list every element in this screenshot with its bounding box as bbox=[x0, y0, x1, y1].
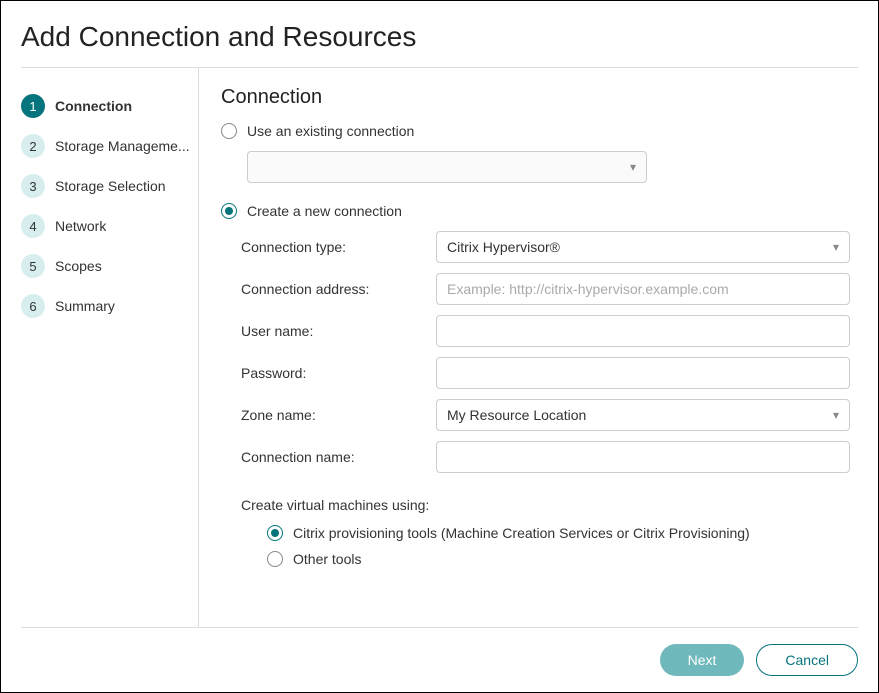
zone-name-value: My Resource Location bbox=[447, 407, 586, 423]
connection-type-label: Connection type: bbox=[241, 239, 436, 255]
vm-other-label: Other tools bbox=[293, 551, 361, 567]
step-connection[interactable]: 1 Connection bbox=[21, 86, 198, 126]
user-name-input-wrap bbox=[436, 315, 850, 347]
row-user-name: User name: bbox=[241, 315, 850, 347]
row-connection-name: Connection name: bbox=[241, 441, 850, 473]
row-connection-type: Connection type: Citrix Hypervisor® ▾ bbox=[241, 231, 850, 263]
step-scopes[interactable]: 5 Scopes bbox=[21, 246, 198, 286]
step-label: Storage Selection bbox=[55, 178, 166, 194]
password-input[interactable] bbox=[447, 358, 839, 388]
connection-type-select[interactable]: Citrix Hypervisor® ▾ bbox=[436, 231, 850, 263]
vm-heading: Create virtual machines using: bbox=[241, 497, 850, 513]
existing-select-wrap: ▾ bbox=[247, 151, 850, 183]
connection-address-input-wrap bbox=[436, 273, 850, 305]
radio-icon bbox=[267, 525, 283, 541]
create-new-label: Create a new connection bbox=[247, 203, 402, 219]
step-number: 5 bbox=[21, 254, 45, 278]
vm-section: Create virtual machines using: Citrix pr… bbox=[241, 497, 850, 567]
user-name-input[interactable] bbox=[447, 316, 839, 346]
connection-type-value: Citrix Hypervisor® bbox=[447, 239, 560, 255]
page-title: Add Connection and Resources bbox=[21, 21, 858, 53]
row-connection-address: Connection address: bbox=[241, 273, 850, 305]
next-button[interactable]: Next bbox=[660, 644, 745, 676]
step-label: Network bbox=[55, 218, 106, 234]
user-name-label: User name: bbox=[241, 323, 436, 339]
step-number: 1 bbox=[21, 94, 45, 118]
chevron-down-icon: ▾ bbox=[630, 160, 636, 174]
step-label: Scopes bbox=[55, 258, 102, 274]
step-number: 6 bbox=[21, 294, 45, 318]
radio-icon bbox=[267, 551, 283, 567]
vm-other-radio[interactable]: Other tools bbox=[267, 551, 850, 567]
zone-name-label: Zone name: bbox=[241, 407, 436, 423]
zone-name-select[interactable]: My Resource Location ▾ bbox=[436, 399, 850, 431]
step-label: Summary bbox=[55, 298, 115, 314]
step-network[interactable]: 4 Network bbox=[21, 206, 198, 246]
chevron-down-icon: ▾ bbox=[833, 240, 839, 254]
row-zone-name: Zone name: My Resource Location ▾ bbox=[241, 399, 850, 431]
step-storage-management[interactable]: 2 Storage Manageme... bbox=[21, 126, 198, 166]
radio-icon bbox=[221, 123, 237, 139]
sidebar: 1 Connection 2 Storage Manageme... 3 Sto… bbox=[21, 68, 199, 627]
section-heading: Connection bbox=[221, 86, 850, 109]
password-label: Password: bbox=[241, 365, 436, 381]
step-storage-selection[interactable]: 3 Storage Selection bbox=[21, 166, 198, 206]
body: 1 Connection 2 Storage Manageme... 3 Sto… bbox=[1, 68, 878, 627]
use-existing-label: Use an existing connection bbox=[247, 123, 414, 139]
connection-name-label: Connection name: bbox=[241, 449, 436, 465]
connection-address-label: Connection address: bbox=[241, 281, 436, 297]
step-number: 3 bbox=[21, 174, 45, 198]
connection-name-input[interactable] bbox=[447, 442, 839, 472]
step-label: Connection bbox=[55, 98, 132, 114]
connection-name-input-wrap bbox=[436, 441, 850, 473]
footer: Next Cancel bbox=[21, 627, 858, 692]
step-number: 4 bbox=[21, 214, 45, 238]
create-new-radio[interactable]: Create a new connection bbox=[221, 203, 850, 219]
connection-form: Connection type: Citrix Hypervisor® ▾ Co… bbox=[241, 231, 850, 473]
vm-tools-radio[interactable]: Citrix provisioning tools (Machine Creat… bbox=[267, 525, 850, 541]
chevron-down-icon: ▾ bbox=[833, 408, 839, 422]
cancel-button[interactable]: Cancel bbox=[756, 644, 858, 676]
vm-tools-label: Citrix provisioning tools (Machine Creat… bbox=[293, 525, 750, 541]
use-existing-radio[interactable]: Use an existing connection bbox=[221, 123, 850, 139]
main-panel: Connection Use an existing connection ▾ … bbox=[199, 68, 858, 627]
step-number: 2 bbox=[21, 134, 45, 158]
row-password: Password: bbox=[241, 357, 850, 389]
step-summary[interactable]: 6 Summary bbox=[21, 286, 198, 326]
connection-address-input[interactable] bbox=[447, 274, 839, 304]
password-input-wrap bbox=[436, 357, 850, 389]
radio-icon bbox=[221, 203, 237, 219]
step-label: Storage Manageme... bbox=[55, 138, 190, 154]
existing-connection-select[interactable]: ▾ bbox=[247, 151, 647, 183]
header: Add Connection and Resources bbox=[1, 1, 878, 67]
